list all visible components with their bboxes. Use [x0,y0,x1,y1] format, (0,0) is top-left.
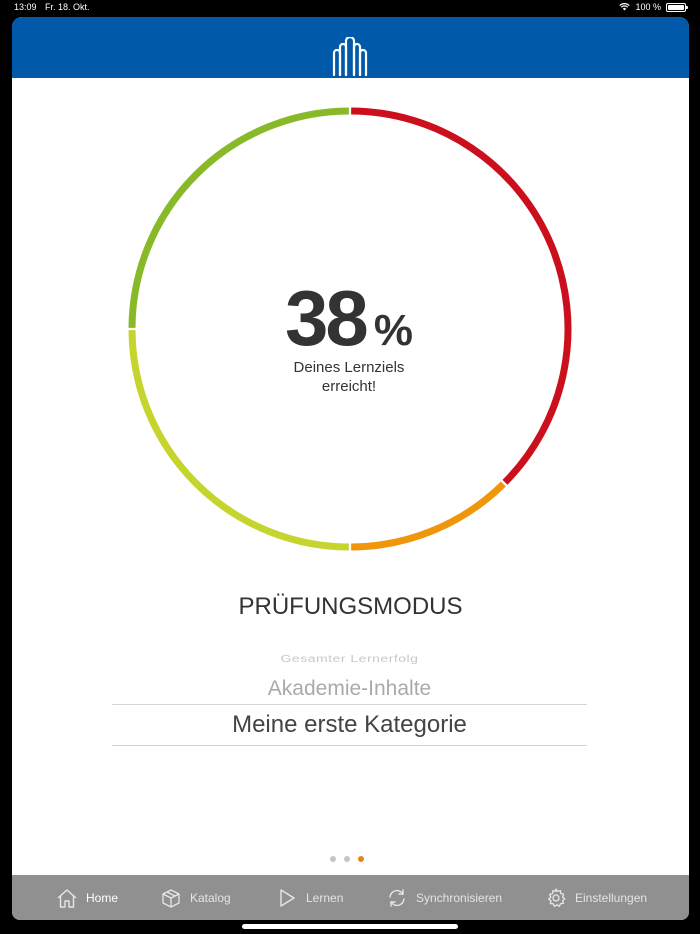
tab-lernen[interactable]: Lernen [276,875,343,920]
tab-home[interactable]: Home [56,875,118,920]
status-time: 13:09 [14,2,37,12]
status-bar: 13:09 Fr. 18. Okt. 100 % [0,0,700,16]
progress-ring-segment [351,481,506,551]
tab-synchronisieren[interactable]: Synchronisieren [386,875,502,920]
battery-icon [666,2,688,12]
status-date: Fr. 18. Okt. [45,2,90,12]
picker-option[interactable]: Gesamter Lernerfolg [112,653,587,664]
page-indicator[interactable] [330,856,364,862]
page-dot-active[interactable] [358,856,364,862]
picker-divider [112,704,587,705]
building-pillars-icon [332,37,368,77]
wifi-icon [619,3,631,11]
page-dot[interactable] [344,856,350,862]
mode-title: PRÜFUNGSMODUS [238,593,463,620]
tab-label: Home [86,890,119,905]
tab-label: Katalog [190,890,231,905]
tab-label: Lernen [306,890,344,905]
progress-caption: Deines Lernziels erreicht! [249,358,449,396]
tab-bar: Home Katalog Lernen Synchronisieren Eins… [12,875,689,920]
play-icon [280,888,295,907]
picker-option[interactable]: Akademie-Inhalte [112,677,587,701]
progress-caption-line2: erreicht! [321,378,377,395]
tab-label: Einstellungen [575,890,648,905]
progress-caption-line1: Deines Lernziels [293,359,405,376]
progress-unit: % [373,306,413,355]
picker-divider [112,745,587,746]
box-icon [162,888,180,908]
tab-einstellungen[interactable]: Einstellungen [545,875,647,920]
progress-number: 38 [285,274,369,362]
home-indicator [242,924,458,929]
progress-value: 38 % [249,279,449,357]
tab-katalog[interactable]: Katalog [160,875,231,920]
gear-icon [547,887,566,907]
picker-selected-option[interactable]: Meine erste Kategorie [112,711,587,739]
app-header [12,17,689,78]
status-right: 100 % [619,2,688,12]
sync-icon [389,888,405,907]
battery-percent: 100 % [635,2,661,12]
home-icon [57,888,77,908]
page-dot[interactable] [330,856,336,862]
tab-label: Synchronisieren [416,890,503,905]
app-window: 38 % Deines Lernziels erreicht! PRÜFUNGS… [12,17,689,920]
